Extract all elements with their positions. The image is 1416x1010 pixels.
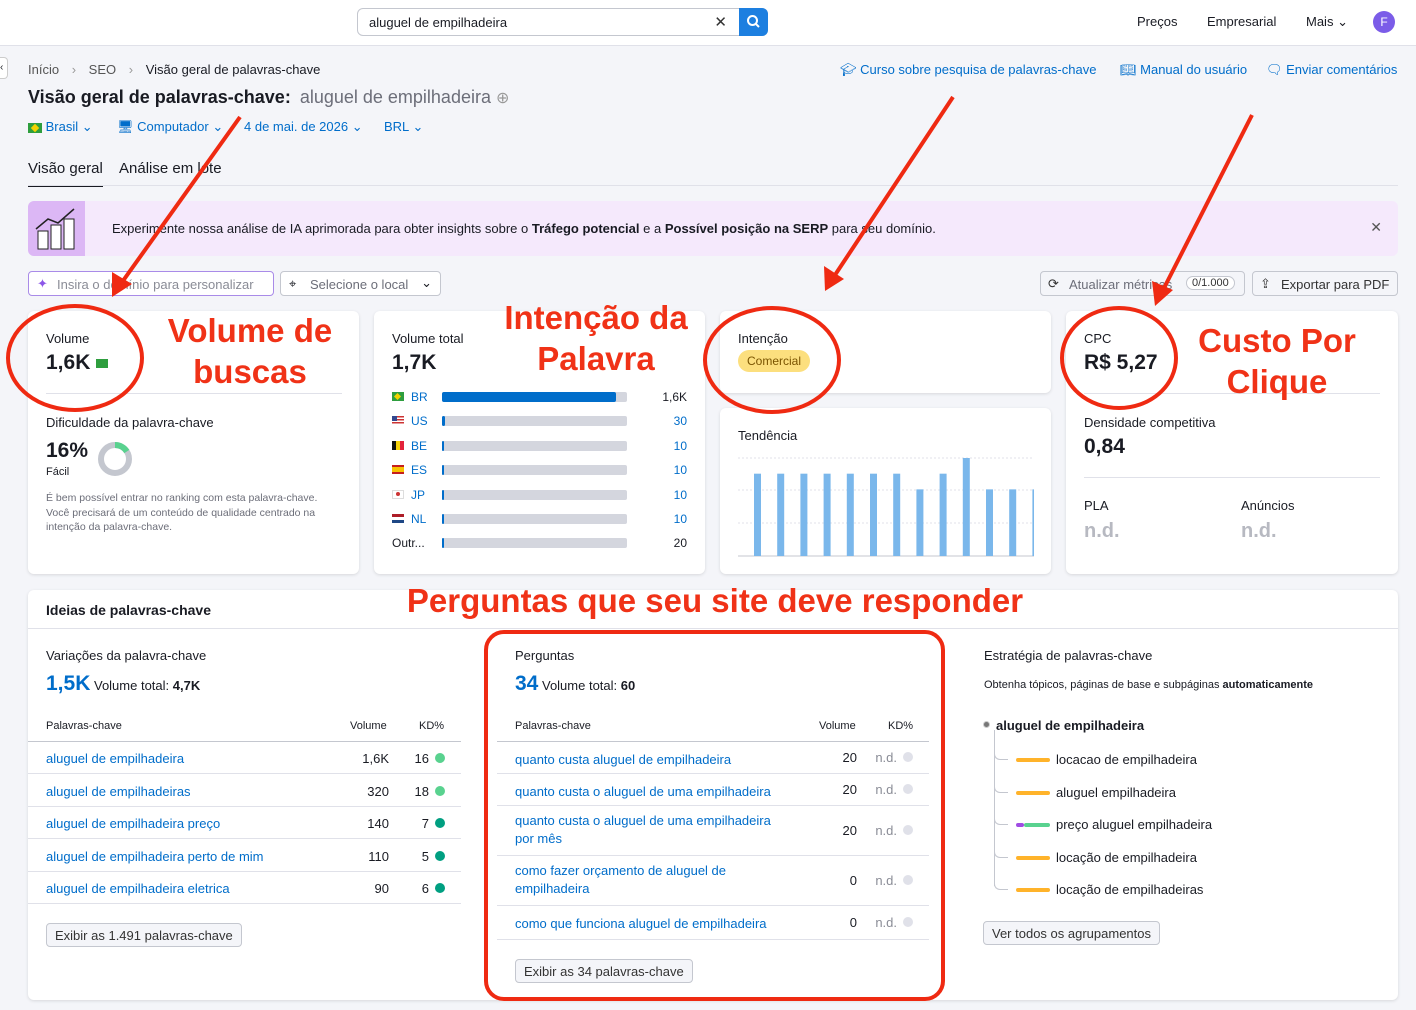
annotation-intent: Intenção da Palavra [495, 297, 697, 379]
volume-arrow [118, 115, 242, 287]
questions-highlight-box [484, 630, 945, 1001]
annotation-intent-line2: Palavra [537, 340, 655, 377]
arrow-head [1152, 281, 1173, 306]
annotation-volume-line1: Volume de [167, 312, 333, 349]
annotation-intent-line1: Intenção da [504, 299, 688, 336]
intent-arrow [831, 95, 955, 280]
cpc-highlight-circle [1060, 306, 1178, 410]
annotation-cpc: Custo Por Clique [1187, 320, 1367, 402]
annotation-volume-line2: buscas [193, 353, 307, 390]
annotation-cpc-line1: Custo Por [1198, 322, 1356, 359]
intent-highlight-circle [703, 306, 841, 414]
cpc-arrow [1160, 114, 1254, 293]
arrow-head [824, 266, 844, 291]
annotation-cpc-line2: Clique [1226, 363, 1328, 400]
annotation-volume: Volume de buscas [160, 310, 340, 392]
volume-highlight-circle [6, 304, 144, 412]
annotation-questions: Perguntas que seu site deve responder [406, 582, 1024, 619]
annotation-layer [6, 95, 1254, 1001]
